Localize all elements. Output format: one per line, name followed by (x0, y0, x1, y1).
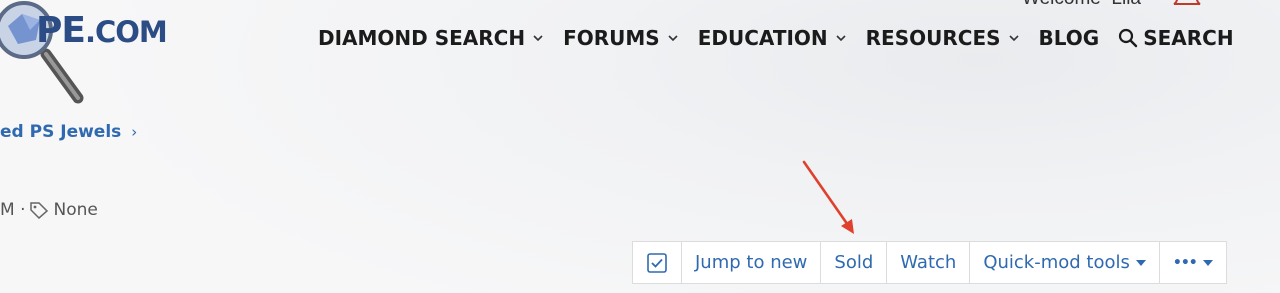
caret-down-icon (1135, 259, 1146, 266)
chevron-down-icon (1008, 35, 1019, 42)
more-options-button[interactable]: ••• (1160, 242, 1226, 283)
chevron-down-icon (668, 35, 678, 42)
sold-button[interactable]: Sold (821, 242, 888, 283)
thread-meta: M · None (0, 200, 98, 220)
nav-forums[interactable]: FORUMS (563, 26, 680, 50)
tag-icon (30, 202, 49, 219)
breadcrumb-chevron-icon: › (131, 123, 138, 141)
breadcrumb: ed PS Jewels › (0, 122, 137, 142)
quick-mod-tools-button[interactable]: Quick-mod tools (970, 242, 1160, 283)
site-logo[interactable]: PE.COM (0, 0, 220, 110)
username[interactable]: Lila (1111, 0, 1141, 9)
chevron-down-icon (533, 35, 543, 42)
welcome-text: Welcome Lila (1022, 0, 1141, 10)
nav-diamond-search[interactable]: DIAMOND SEARCH (318, 26, 545, 50)
chevron-down-icon (836, 35, 846, 42)
breadcrumb-link[interactable]: ed PS Jewels (0, 122, 121, 142)
nav-resources[interactable]: RESOURCES (866, 26, 1021, 50)
nav-blog[interactable]: BLOG (1039, 26, 1100, 50)
caret-down-icon (1202, 259, 1213, 266)
watch-button[interactable]: Watch (887, 242, 971, 283)
logo-text: PE.COM (36, 10, 168, 51)
thread-time: M · (0, 200, 26, 220)
annotation-arrow-icon (802, 160, 854, 234)
main-nav: DIAMOND SEARCH FORUMS EDUCATION RESOURCE… (318, 26, 1252, 50)
checkbox-icon (647, 252, 667, 273)
nav-search[interactable]: SEARCH (1117, 26, 1234, 50)
thread-toolbar: Jump to new Sold Watch Quick-mod tools •… (632, 241, 1227, 284)
select-thread-checkbox[interactable] (633, 242, 682, 283)
thread-tags[interactable]: None (53, 200, 97, 220)
nav-education[interactable]: EDUCATION (698, 26, 848, 50)
jump-to-new-button[interactable]: Jump to new (682, 242, 822, 283)
search-icon (1119, 28, 1138, 48)
bell-icon[interactable] (1170, 0, 1204, 10)
